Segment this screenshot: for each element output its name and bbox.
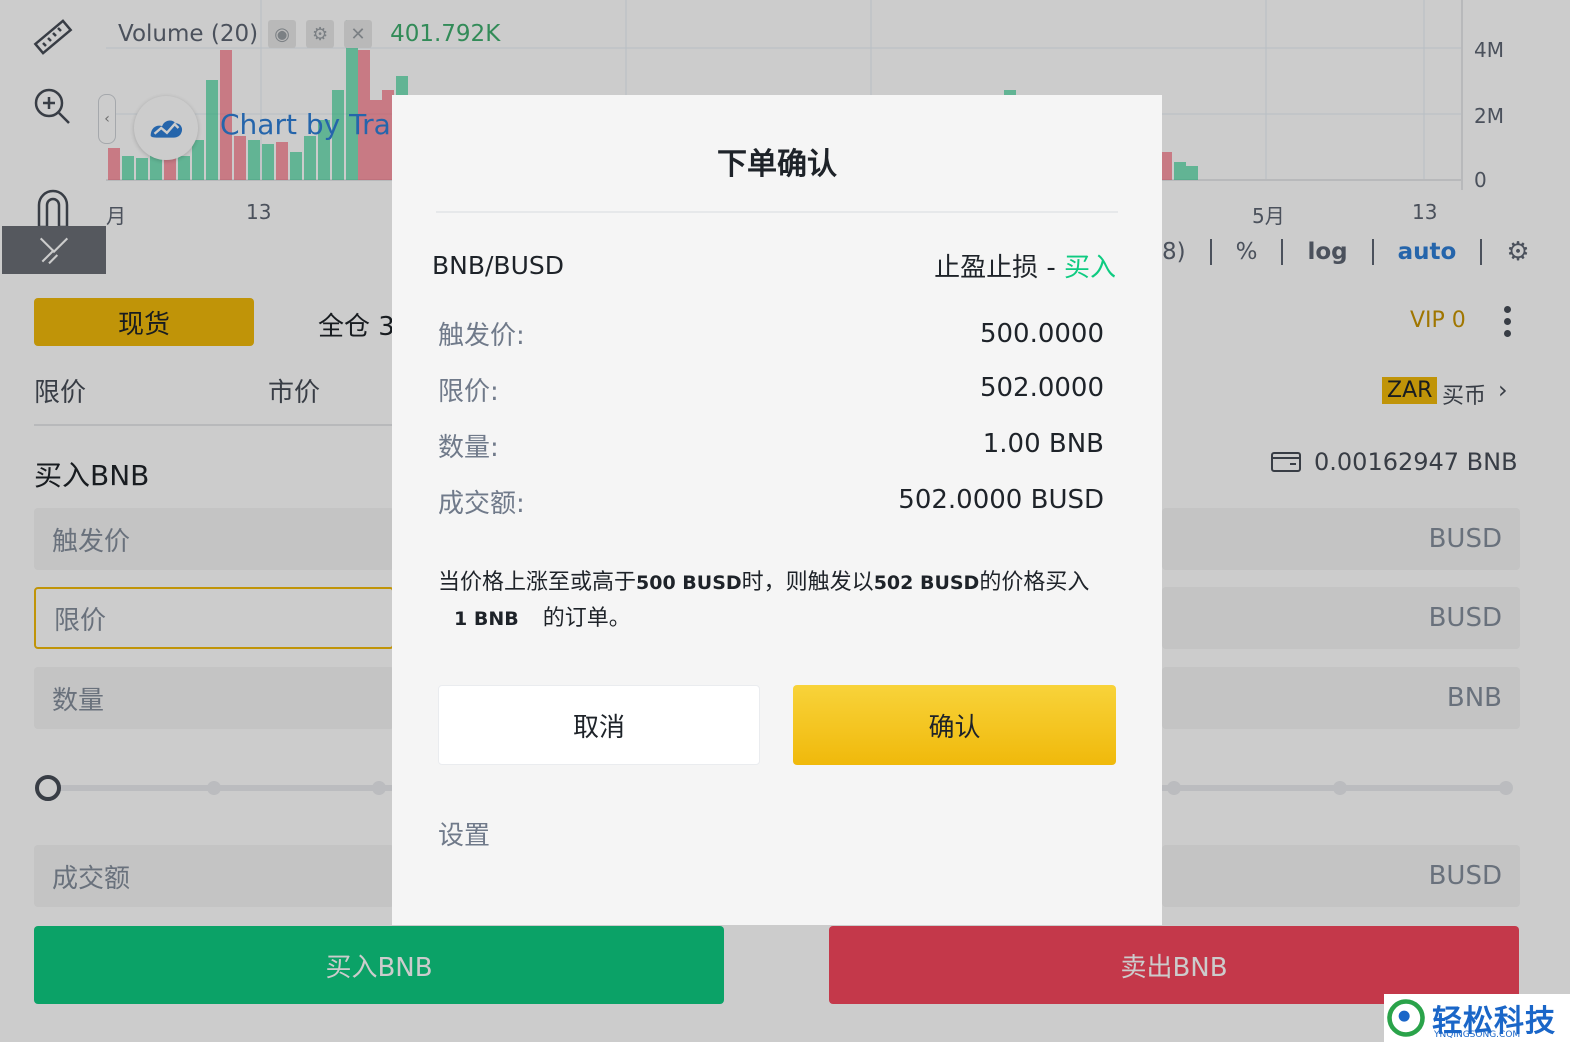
row-label-total: 成交额: bbox=[438, 489, 525, 519]
row-value-amount: 1.00 BNB bbox=[982, 429, 1104, 459]
settings-link[interactable]: 设置 bbox=[438, 815, 490, 852]
row-label-trigger: 触发价: bbox=[438, 321, 525, 351]
row-value-limit: 502.0000 bbox=[979, 373, 1104, 403]
dialog-title: 下单确认 bbox=[717, 147, 837, 182]
order-type-label: 止盈止损 - bbox=[934, 253, 1064, 283]
watermark-logo-icon bbox=[1387, 999, 1425, 1037]
row-value-total: 502.0000 BUSD bbox=[898, 485, 1104, 515]
watermark-subtext: YNQINGSONG.COM bbox=[1434, 1030, 1521, 1040]
trading-pair: BNB/BUSD bbox=[432, 251, 564, 280]
row-label-limit: 限价: bbox=[438, 377, 499, 407]
cancel-button[interactable]: 取消 bbox=[438, 685, 760, 765]
order-side: 买入 bbox=[1063, 253, 1116, 283]
row-value-trigger: 500.0000 bbox=[979, 319, 1104, 349]
watermark: 轻松科技 YNQINGSONG.COM bbox=[1384, 994, 1570, 1042]
order-type: 止盈止损 - 买入 bbox=[934, 247, 1116, 284]
row-label-amount: 数量: bbox=[438, 433, 499, 463]
dialog-divider bbox=[436, 211, 1118, 213]
order-confirm-dialog: 下单确认 BNB/BUSD 止盈止损 - 买入 触发价: 500.0000 限价… bbox=[392, 95, 1162, 925]
confirm-button[interactable]: 确认 bbox=[793, 685, 1116, 765]
order-description: 当价格上涨至或高于500 BUSD时，则触发以502 BUSD的价格买入 1 B… bbox=[438, 570, 1090, 631]
